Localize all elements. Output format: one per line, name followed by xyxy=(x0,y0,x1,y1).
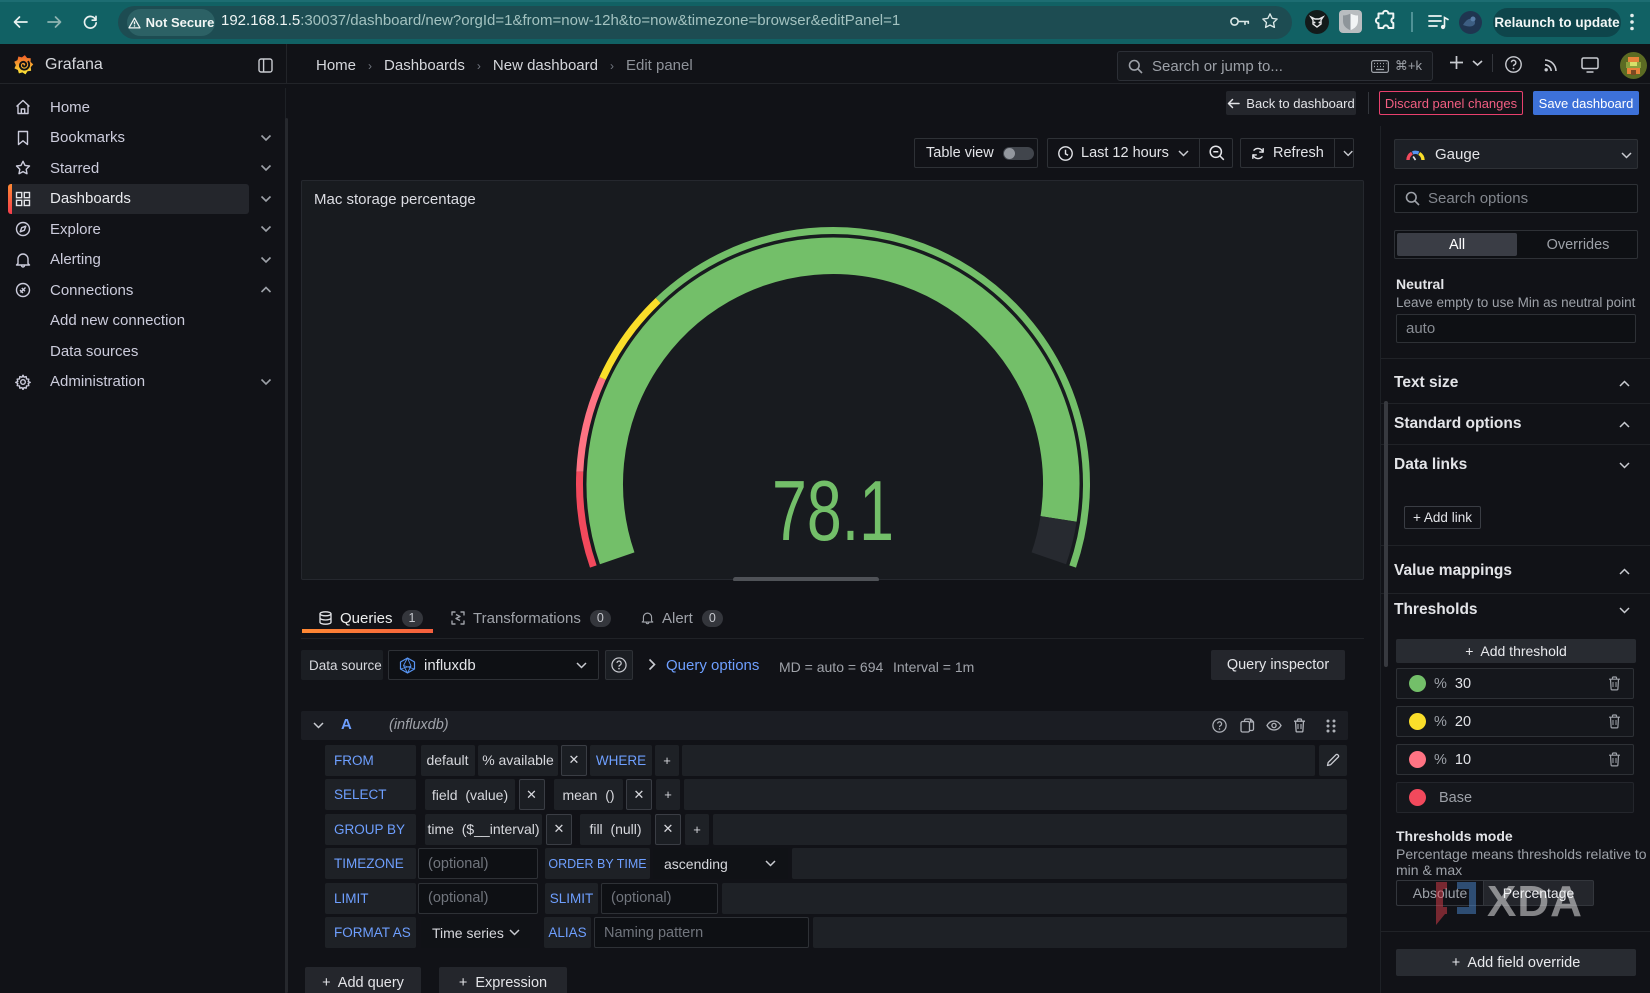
svg-text:78.1: 78.1 xyxy=(772,464,894,559)
